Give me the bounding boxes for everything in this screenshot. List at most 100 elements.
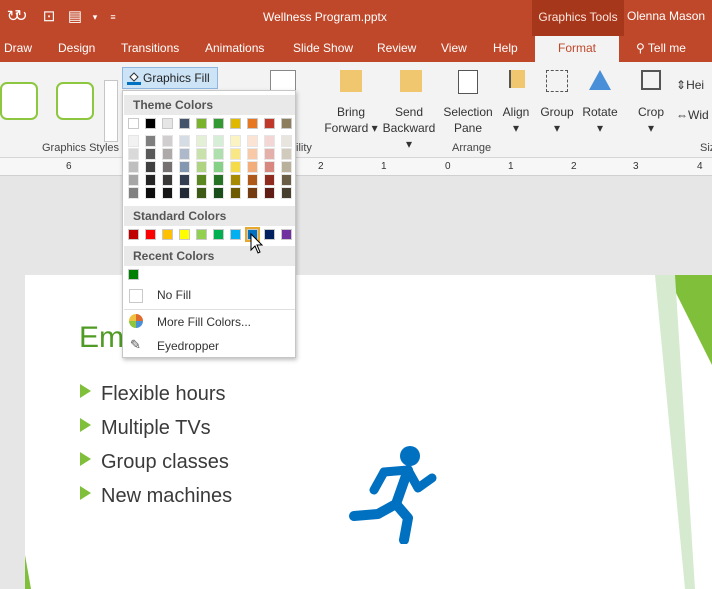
theme-color-shade-swatch[interactable] xyxy=(145,174,156,186)
theme-color-shade-swatch[interactable] xyxy=(247,161,258,173)
send-backward-button[interactable]: Send Backward ▾ xyxy=(378,70,440,152)
theme-color-shade-swatch[interactable] xyxy=(213,148,224,160)
theme-color-shade-swatch[interactable] xyxy=(162,135,173,147)
theme-color-shade-swatch[interactable] xyxy=(179,135,190,147)
theme-color-shade-swatch[interactable] xyxy=(230,135,241,147)
theme-color-swatch[interactable] xyxy=(247,118,258,129)
theme-color-shade-swatch[interactable] xyxy=(162,174,173,186)
standard-color-swatch[interactable] xyxy=(128,229,139,240)
bring-forward-button[interactable]: Bring Forward ▾ xyxy=(323,70,379,136)
tab-design[interactable]: Design xyxy=(58,41,95,55)
tab-view[interactable]: View xyxy=(441,41,467,55)
theme-color-shade-swatch[interactable] xyxy=(264,148,275,160)
theme-color-shade-swatch[interactable] xyxy=(145,187,156,199)
standard-color-swatch[interactable] xyxy=(230,229,241,240)
theme-color-shade-swatch[interactable] xyxy=(264,161,275,173)
standard-color-swatch[interactable] xyxy=(145,229,156,240)
recent-color-swatch[interactable] xyxy=(128,269,139,280)
theme-color-shade-swatch[interactable] xyxy=(128,187,139,199)
theme-color-shade-swatch[interactable] xyxy=(213,161,224,173)
standard-color-swatch[interactable] xyxy=(196,229,207,240)
theme-color-shade-swatch[interactable] xyxy=(213,187,224,199)
theme-color-shade-swatch[interactable] xyxy=(281,161,292,173)
theme-color-swatch[interactable] xyxy=(230,118,241,129)
group-button[interactable]: Group ▾ xyxy=(538,70,576,136)
theme-color-shade-swatch[interactable] xyxy=(230,174,241,186)
user-name[interactable]: Olenna Mason xyxy=(627,9,705,23)
theme-color-shade-swatch[interactable] xyxy=(281,148,292,160)
theme-color-shade-swatch[interactable] xyxy=(213,135,224,147)
theme-color-swatch[interactable] xyxy=(145,118,156,129)
theme-color-shade-swatch[interactable] xyxy=(128,135,139,147)
theme-color-shade-swatch[interactable] xyxy=(230,148,241,160)
theme-color-shade-swatch[interactable] xyxy=(179,148,190,160)
theme-color-shade-swatch[interactable] xyxy=(196,148,207,160)
theme-color-swatch[interactable] xyxy=(179,118,190,129)
bullet-item[interactable]: Group classes xyxy=(80,451,229,474)
tab-draw[interactable]: Draw xyxy=(4,41,32,55)
standard-color-swatch[interactable] xyxy=(213,229,224,240)
tab-help[interactable]: Help xyxy=(493,41,518,55)
theme-color-shade-swatch[interactable] xyxy=(281,135,292,147)
theme-color-shade-swatch[interactable] xyxy=(145,135,156,147)
chevron-down-icon[interactable]: ▾ xyxy=(86,8,104,26)
slide-layout-icon[interactable]: ▤ xyxy=(66,8,84,26)
theme-color-shade-swatch[interactable] xyxy=(213,174,224,186)
more-fill-colors-option[interactable]: More Fill Colors... xyxy=(124,311,295,333)
theme-color-swatch[interactable] xyxy=(196,118,207,129)
present-icon[interactable]: ⊡ xyxy=(40,8,58,26)
standard-color-swatch[interactable] xyxy=(264,229,275,240)
theme-color-swatch[interactable] xyxy=(162,118,173,129)
theme-color-shade-swatch[interactable] xyxy=(230,161,241,173)
theme-color-shade-swatch[interactable] xyxy=(145,148,156,160)
tab-review[interactable]: Review xyxy=(377,41,416,55)
theme-color-shade-swatch[interactable] xyxy=(264,135,275,147)
theme-color-shade-swatch[interactable] xyxy=(196,161,207,173)
theme-color-shade-swatch[interactable] xyxy=(281,174,292,186)
tab-slide-show[interactable]: Slide Show xyxy=(293,41,353,55)
theme-color-shade-swatch[interactable] xyxy=(264,187,275,199)
theme-color-shade-swatch[interactable] xyxy=(179,187,190,199)
tab-format[interactable]: Format xyxy=(535,36,619,62)
crop-button[interactable]: Crop ▾ xyxy=(634,70,668,136)
theme-color-swatch[interactable] xyxy=(281,118,292,129)
theme-color-swatch[interactable] xyxy=(128,118,139,129)
theme-color-shade-swatch[interactable] xyxy=(179,161,190,173)
bullet-item[interactable]: Multiple TVs xyxy=(80,417,211,440)
theme-color-shade-swatch[interactable] xyxy=(128,161,139,173)
theme-color-shade-swatch[interactable] xyxy=(247,187,258,199)
no-fill-option[interactable]: No Fill xyxy=(124,284,295,306)
tab-transitions[interactable]: Transitions xyxy=(121,41,179,55)
theme-color-shade-swatch[interactable] xyxy=(247,135,258,147)
standard-color-swatch[interactable] xyxy=(281,229,292,240)
tell-me-search[interactable]: ⚲ Tell me xyxy=(636,41,686,55)
graphics-style-swatch-2[interactable] xyxy=(56,82,94,120)
theme-color-shade-swatch[interactable] xyxy=(128,174,139,186)
eyedropper-option[interactable]: ✎ Eyedropper xyxy=(124,335,295,357)
standard-color-swatch[interactable] xyxy=(162,229,173,240)
theme-color-shade-swatch[interactable] xyxy=(179,174,190,186)
theme-color-shade-swatch[interactable] xyxy=(128,148,139,160)
customize-qat-icon[interactable]: ≡ xyxy=(104,8,122,26)
selection-pane-button[interactable]: Selection Pane xyxy=(442,70,494,136)
theme-color-shade-swatch[interactable] xyxy=(196,187,207,199)
theme-color-shade-swatch[interactable] xyxy=(247,174,258,186)
theme-color-shade-swatch[interactable] xyxy=(162,148,173,160)
graphics-style-swatch-1[interactable] xyxy=(0,82,38,120)
theme-color-shade-swatch[interactable] xyxy=(162,161,173,173)
bullet-item[interactable]: Flexible hours xyxy=(80,383,226,406)
theme-color-swatch[interactable] xyxy=(264,118,275,129)
standard-color-swatch[interactable] xyxy=(179,229,190,240)
theme-color-shade-swatch[interactable] xyxy=(281,187,292,199)
redo-icon[interactable]: ↻ xyxy=(12,8,30,26)
align-button[interactable]: Align ▾ xyxy=(498,70,534,136)
graphics-styles-scroller[interactable] xyxy=(104,80,118,142)
theme-color-shade-swatch[interactable] xyxy=(196,135,207,147)
theme-color-shade-swatch[interactable] xyxy=(145,161,156,173)
theme-color-shade-swatch[interactable] xyxy=(230,187,241,199)
rotate-button[interactable]: Rotate ▾ xyxy=(580,70,620,136)
tab-animations[interactable]: Animations xyxy=(205,41,264,55)
bullet-item[interactable]: New machines xyxy=(80,485,232,508)
graphics-fill-button[interactable]: Graphics Fill ▾ xyxy=(122,67,218,98)
runner-icon[interactable] xyxy=(348,444,438,544)
